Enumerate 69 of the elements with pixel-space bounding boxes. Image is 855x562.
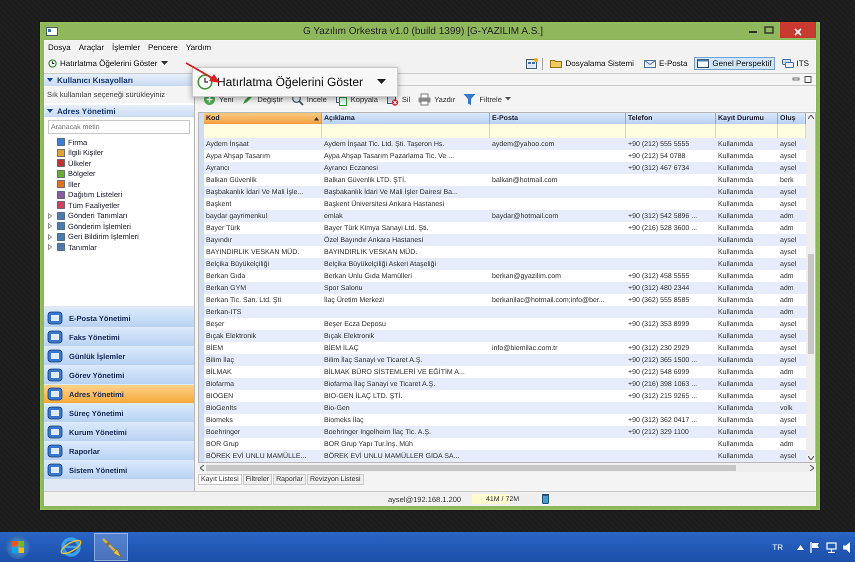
flag-icon[interactable]	[810, 542, 820, 552]
trash-icon[interactable]	[542, 494, 549, 504]
caret-icon[interactable]	[161, 61, 168, 66]
window-icon	[697, 59, 710, 68]
tile-icon	[47, 425, 63, 439]
square-icon	[57, 170, 65, 178]
tile-icon	[47, 387, 63, 401]
clock-icon	[48, 59, 57, 68]
filter-icon	[463, 92, 476, 106]
tile-icon	[47, 463, 63, 477]
trumpet-icon	[100, 536, 122, 558]
tile-icon	[47, 368, 63, 382]
chevron-up-icon[interactable]	[797, 544, 804, 550]
square-icon	[57, 138, 65, 146]
scroll-left-icon[interactable]	[200, 464, 204, 470]
square-icon	[57, 159, 65, 168]
grid-icon[interactable]	[526, 58, 538, 69]
panel-title: Kullanıcı Kısayolları	[57, 76, 134, 84]
tile-icon	[47, 444, 63, 458]
window-icon	[46, 26, 58, 36]
reminder-callout[interactable]: Hatırlatma Öğelerini Göster	[192, 67, 398, 97]
square-icon	[57, 201, 65, 210]
sort-icon	[314, 116, 319, 120]
network-icon[interactable]	[826, 542, 837, 552]
reminder-button[interactable]: Hatırlatma Öğelerini Göster	[48, 59, 158, 68]
square-icon	[57, 190, 65, 199]
menu-item[interactable]: Yardım	[186, 42, 212, 52]
maximize-icon[interactable]	[804, 76, 812, 83]
menu-item[interactable]: Pencere	[148, 42, 178, 52]
caret-icon	[504, 97, 511, 101]
chat-icon	[782, 59, 794, 68]
start-button[interactable]	[6, 535, 30, 559]
menu-item[interactable]: Dosya	[48, 42, 71, 52]
collapse-icon[interactable]	[47, 78, 53, 82]
perspective-button[interactable]: ITS	[778, 57, 812, 70]
minimize-icon[interactable]	[792, 76, 800, 83]
scroll-right-icon[interactable]	[810, 464, 814, 470]
close-button[interactable]	[780, 22, 816, 38]
perspective-button[interactable]: Genel Perspektif	[694, 57, 775, 70]
tile-icon	[47, 406, 63, 420]
taskbar-app[interactable]	[94, 533, 128, 561]
printer-icon	[418, 92, 432, 106]
tile-icon	[47, 330, 63, 344]
square-icon	[57, 243, 65, 252]
close-icon	[794, 28, 802, 36]
language-indicator[interactable]: TR	[772, 542, 783, 552]
maximize-icon[interactable]	[764, 26, 774, 34]
panel-title: Adres Yönetimi	[57, 106, 116, 116]
square-icon	[57, 180, 65, 188]
collapse-icon[interactable]	[47, 108, 53, 114]
envelope-icon	[644, 59, 656, 68]
square-icon	[57, 148, 65, 157]
window-title: G Yazılım Orkestra v1.0 (build 1399) [G-YAZILIM A.S.]	[302, 26, 544, 36]
menu-item[interactable]: İşlemler	[112, 42, 140, 52]
scroll-up-icon[interactable]	[808, 115, 814, 119]
folder-icon	[550, 59, 562, 68]
perspective-button[interactable]: Dosyalama Sistemi	[547, 57, 637, 70]
tile-icon	[47, 311, 63, 325]
scroll-down-icon[interactable]	[808, 456, 814, 460]
speaker-icon[interactable]	[843, 542, 851, 552]
clock-icon	[197, 74, 213, 90]
browser-icon	[60, 536, 82, 558]
square-icon	[57, 222, 65, 230]
menu-item[interactable]: Araçlar	[78, 42, 104, 52]
square-icon	[57, 232, 65, 241]
tile-icon	[47, 349, 63, 363]
perspective-button[interactable]: E-Posta	[640, 57, 690, 70]
square-icon	[57, 212, 65, 220]
windows-logo	[11, 540, 25, 554]
